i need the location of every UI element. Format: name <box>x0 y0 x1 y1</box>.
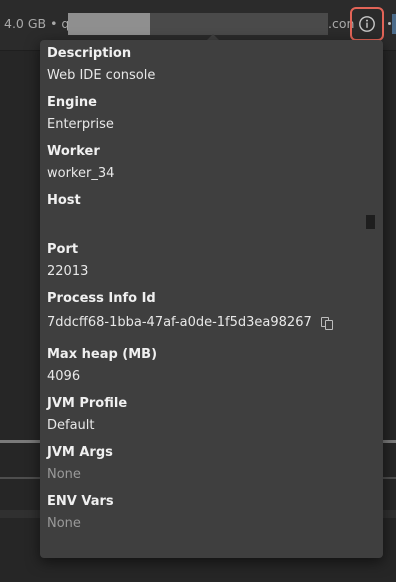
port-field: Port 22013 <box>47 241 377 281</box>
session-info-popover: Description Web IDE console Engine Enter… <box>40 40 383 558</box>
port-label: Port <box>47 242 79 257</box>
max-heap-field: Max heap (MB) 4096 <box>47 346 377 386</box>
process-info-id-row: 7ddcff68-1bba-47af-a0de-1f5d3ea98267 <box>47 314 377 332</box>
engine-value: Enterprise <box>47 117 114 132</box>
redacted-host-block-dark <box>150 13 328 35</box>
host-field: Host <box>47 192 377 232</box>
max-heap-value: 4096 <box>47 369 81 384</box>
engine-label: Engine <box>47 95 97 110</box>
copy-icon[interactable] <box>320 316 334 330</box>
max-heap-label: Max heap (MB) <box>47 347 158 362</box>
process-info-id-field: Process Info Id 7ddcff68-1bba-47af-a0de-… <box>47 290 377 332</box>
env-vars-field: ENV Vars None <box>47 493 377 533</box>
process-info-id-value: 7ddcff68-1bba-47af-a0de-1f5d3ea98267 <box>47 315 312 330</box>
description-value: Web IDE console <box>47 68 156 83</box>
process-info-id-label: Process Info Id <box>47 291 156 306</box>
env-vars-value: None <box>47 516 81 531</box>
description-field: Description Web IDE console <box>47 45 377 85</box>
engine-field: Engine Enterprise <box>47 94 377 134</box>
description-label: Description <box>47 46 132 61</box>
host-value <box>47 214 377 232</box>
jvm-args-value: None <box>47 467 81 482</box>
more-dot <box>388 22 391 25</box>
host-scroll-thumb[interactable] <box>366 215 375 229</box>
info-button[interactable] <box>350 7 384 41</box>
worker-field: Worker worker_34 <box>47 143 377 183</box>
env-vars-label: ENV Vars <box>47 494 114 509</box>
jvm-profile-label: JVM Profile <box>47 396 128 411</box>
redacted-host-block <box>68 13 150 35</box>
edge-indicator <box>392 14 396 34</box>
jvm-profile-value: Default <box>47 418 95 433</box>
port-value: 22013 <box>47 264 89 279</box>
jvm-profile-field: JVM Profile Default <box>47 395 377 435</box>
worker-label: Worker <box>47 144 100 159</box>
worker-value: worker_34 <box>47 166 115 181</box>
jvm-args-field: JVM Args None <box>47 444 377 484</box>
jvm-args-label: JVM Args <box>47 445 113 460</box>
info-circle-icon <box>359 16 375 32</box>
host-label: Host <box>47 193 81 208</box>
